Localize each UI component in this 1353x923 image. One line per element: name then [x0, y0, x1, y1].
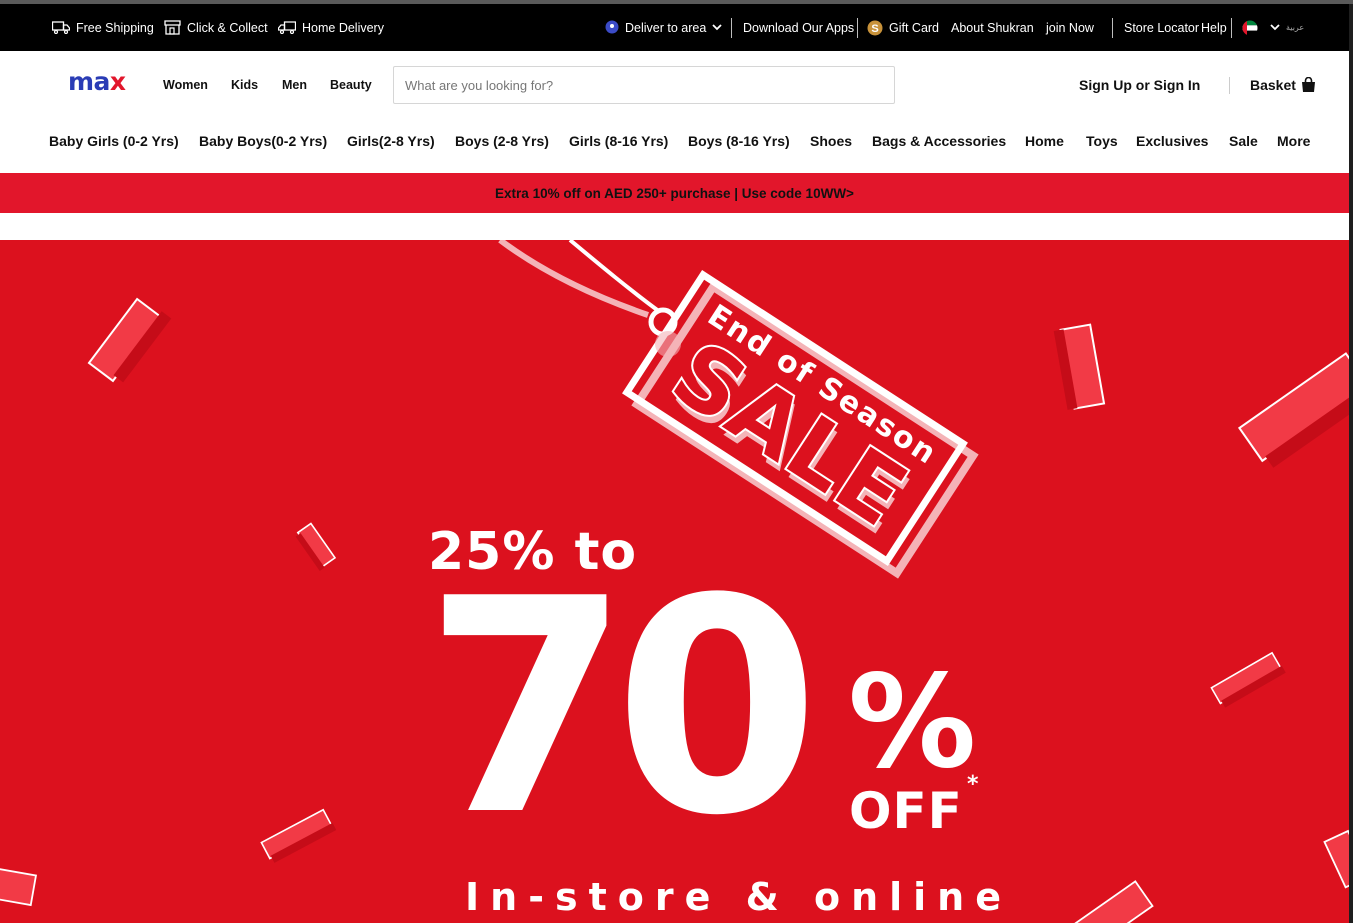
confetti-box: [1237, 352, 1349, 468]
free-shipping-link[interactable]: Free Shipping: [52, 4, 154, 51]
confetti-box: [87, 297, 172, 383]
cat-home[interactable]: Home: [1025, 133, 1064, 149]
max-logo[interactable]: max: [68, 67, 126, 97]
logo-text-x: x: [109, 67, 126, 96]
utility-divider: [1112, 18, 1113, 38]
download-apps-link[interactable]: Download Our Apps: [743, 4, 854, 51]
dept-beauty[interactable]: Beauty: [330, 78, 372, 92]
about-shukran-label: About Shukran: [951, 20, 1034, 35]
gift-card-link[interactable]: S Gift Card: [867, 4, 939, 51]
uae-flag-icon: [1242, 20, 1258, 35]
svg-text:S: S: [871, 23, 878, 35]
shopping-bag-icon: [1301, 77, 1315, 92]
join-now-link[interactable]: join Now: [1046, 4, 1094, 51]
language-label: عربية: [1286, 23, 1305, 32]
confetti-box: [0, 866, 38, 907]
confetti-box: [260, 808, 337, 863]
cat-boys-8-16[interactable]: Boys (8-16 Yrs): [688, 133, 790, 149]
promo-banner[interactable]: Extra 10% off on AED 250+ purchase | Use…: [0, 173, 1349, 213]
store-locator-label: Store Locator: [1124, 20, 1200, 35]
join-now-label: join Now: [1046, 20, 1094, 35]
discount-asterisk: *: [967, 772, 979, 797]
confetti-box: [295, 522, 337, 571]
chevron-down-icon: [1270, 24, 1280, 31]
utility-bar: Free Shipping Click & Collect Home Deliv…: [0, 4, 1353, 51]
store-icon: [164, 20, 181, 35]
search-input[interactable]: [393, 66, 895, 104]
gift-card-label: Gift Card: [889, 20, 940, 35]
free-shipping-label: Free Shipping: [76, 20, 154, 35]
chevron-down-icon: [712, 24, 722, 31]
country-selector[interactable]: [1242, 4, 1280, 51]
cat-baby-girls[interactable]: Baby Girls (0-2 Yrs): [49, 133, 179, 149]
main-header: max Women Kids Men Beauty Sign Up or Sig…: [0, 51, 1349, 119]
signin-link[interactable]: Sign Up or Sign In: [1079, 77, 1200, 93]
confetti-box: [1210, 651, 1286, 708]
hero-banner[interactable]: End of Season SALE SALE 25% to 70 % * OF…: [0, 240, 1349, 923]
shukran-coin-icon: S: [867, 20, 883, 35]
cat-boys-2-8[interactable]: Boys (2-8 Yrs): [455, 133, 549, 149]
cat-exclusives[interactable]: Exclusives: [1136, 133, 1208, 149]
utility-divider: [1231, 18, 1232, 38]
help-link[interactable]: Help: [1201, 4, 1227, 51]
cat-baby-boys[interactable]: Baby Boys(0-2 Yrs): [199, 133, 327, 149]
confetti-box: [1053, 323, 1106, 410]
cat-sale[interactable]: Sale: [1229, 133, 1258, 149]
basket-label: Basket: [1250, 77, 1296, 93]
home-delivery-link[interactable]: Home Delivery: [278, 4, 384, 51]
about-shukran-link[interactable]: About Shukran: [951, 4, 1034, 51]
cat-more[interactable]: More: [1277, 133, 1310, 149]
click-collect-label: Click & Collect: [187, 20, 268, 35]
logo-text-ma: ma: [68, 67, 110, 96]
download-apps-label: Download Our Apps: [743, 20, 855, 35]
click-collect-link[interactable]: Click & Collect: [164, 4, 268, 51]
cat-girls-2-8[interactable]: Girls(2-8 Yrs): [347, 133, 435, 149]
confetti-box: [1068, 880, 1154, 923]
dept-women[interactable]: Women: [163, 78, 208, 92]
header-divider: [1229, 77, 1230, 94]
delivery-truck-icon: [278, 21, 296, 34]
cat-shoes[interactable]: Shoes: [810, 133, 852, 149]
dept-men[interactable]: Men: [282, 78, 307, 92]
home-delivery-label: Home Delivery: [302, 20, 384, 35]
utility-divider: [731, 18, 732, 38]
deliver-to-area-label: Deliver to area: [625, 20, 707, 35]
basket-button[interactable]: Basket: [1250, 77, 1316, 93]
category-nav: Baby Girls (0-2 Yrs) Baby Boys(0-2 Yrs) …: [0, 119, 1349, 173]
utility-divider: [857, 18, 858, 38]
location-pin-icon: [605, 20, 619, 34]
dept-kids[interactable]: Kids: [231, 78, 258, 92]
discount-max: 70: [424, 535, 820, 880]
promo-text: Extra 10% off on AED 250+ purchase | Use…: [495, 185, 854, 201]
confetti-box: [1323, 829, 1349, 889]
cat-bags-accessories[interactable]: Bags & Accessories: [872, 133, 1006, 149]
deliver-to-area-selector[interactable]: Deliver to area: [605, 4, 722, 51]
store-locator-link[interactable]: Store Locator: [1124, 4, 1199, 51]
cat-girls-8-16[interactable]: Girls (8-16 Yrs): [569, 133, 668, 149]
discount-percent-sign: %: [848, 648, 977, 797]
cat-toys[interactable]: Toys: [1086, 133, 1118, 149]
discount-off: OFF: [849, 782, 963, 840]
sale-channels: In-store & online: [465, 875, 1012, 919]
help-label: Help: [1201, 20, 1227, 35]
scrollbar-edge: [1349, 4, 1353, 923]
language-switch[interactable]: عربية: [1286, 4, 1304, 51]
truck-icon: [52, 21, 70, 34]
